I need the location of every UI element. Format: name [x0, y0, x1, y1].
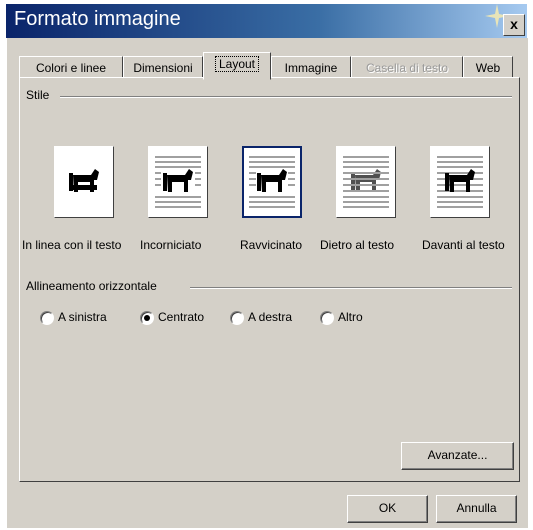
tight-dog-icon	[242, 146, 302, 218]
tab-label: Web	[475, 61, 501, 75]
tab-label: Dimensioni	[133, 61, 193, 75]
wrap-style-inline[interactable]	[54, 146, 114, 218]
radio-label: A destra	[248, 310, 293, 324]
wrap-style-square[interactable]	[148, 146, 208, 218]
tab-label: Colori e linee	[35, 61, 107, 75]
radio-label: Altro	[338, 310, 363, 324]
tab-label: Layout	[214, 56, 260, 72]
dialog-body: Colori e linee Dimensioni Layout Immagin…	[6, 38, 528, 528]
alignment-group-divider	[190, 287, 512, 289]
radio-label: A sinistra	[58, 310, 107, 324]
wrap-style-inline-label[interactable]: In linea con il testo	[22, 238, 121, 252]
tab-label: Immagine	[284, 61, 338, 75]
tab-layout[interactable]: Layout	[203, 52, 271, 80]
wrap-style-tight[interactable]	[242, 146, 302, 218]
square-dog-icon	[148, 146, 208, 218]
radio-button-icon[interactable]	[320, 311, 334, 325]
style-group-divider	[60, 96, 512, 98]
style-group-title: Stile	[26, 88, 54, 102]
layout-tab-panel: Stile In linea con il testo Incorniciato…	[19, 77, 520, 482]
dialog-title: Formato immagine	[14, 8, 181, 30]
format-picture-dialog: Formato immagine x Colori e linee Dimens…	[0, 0, 533, 530]
wrap-style-tight-label[interactable]: Ravvicinato	[240, 238, 302, 252]
radio-label: Centrato	[158, 310, 205, 324]
wrap-style-in-front-of-text[interactable]	[430, 146, 490, 218]
radio-button-icon[interactable]	[40, 311, 54, 325]
front-text-dog-icon	[430, 146, 490, 218]
radio-button-selected-icon[interactable]	[140, 311, 154, 325]
behind-text-dog-icon	[336, 146, 396, 218]
cancel-button[interactable]: Annulla	[436, 495, 517, 523]
title-bar[interactable]: Formato immagine x	[6, 4, 527, 38]
wrap-style-in-front-of-text-label[interactable]: Davanti al testo	[422, 238, 505, 252]
close-button[interactable]: x	[503, 14, 525, 36]
wrap-style-square-label[interactable]: Incorniciato	[140, 238, 201, 252]
tab-strip: Colori e linee Dimensioni Layout Immagin…	[19, 52, 519, 80]
wrap-style-behind-text-label[interactable]: Dietro al testo	[320, 238, 394, 252]
inline-dog-icon	[54, 146, 114, 218]
ok-button[interactable]: OK	[347, 495, 428, 523]
radio-button-icon[interactable]	[230, 311, 244, 325]
alignment-group-title: Allineamento orizzontale	[26, 279, 161, 293]
tab-label: Casella di testo	[365, 61, 449, 75]
advanced-button[interactable]: Avanzate...	[401, 442, 514, 470]
wrap-style-behind-text[interactable]	[336, 146, 396, 218]
